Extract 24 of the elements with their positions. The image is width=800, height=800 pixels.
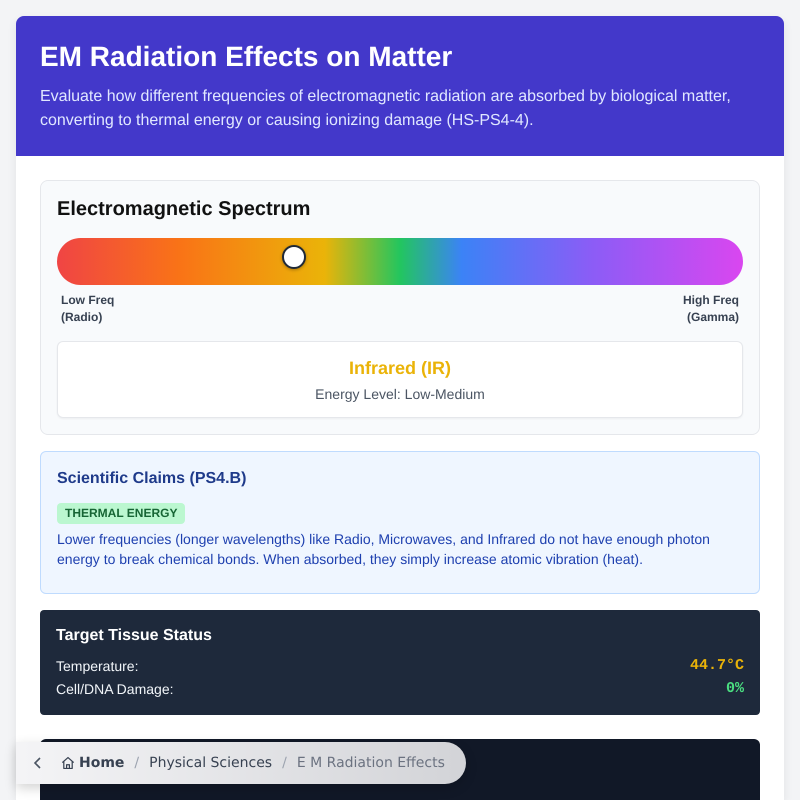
page-title: EM Radiation Effects on Matter bbox=[40, 40, 454, 74]
claim-description: Lower frequencies (longer wavelengths) like Radio, Microwaves, and Infrared do not have enough photon energy to break chemical bonds. When absorbed, they simply increase atomic vibration (heat). bbox=[57, 530, 711, 569]
page-subtitle: Evaluate how different frequencies of electromagnetic radiation are absorbed by biological matter, converting to thermal energy or causing ionizing damage (HS-PS4-4). bbox=[40, 87, 732, 131]
status-label: Temperature: bbox=[56, 657, 138, 676]
status-value: 44.7°C bbox=[690, 656, 744, 676]
status-label: Cell/DNA Damage: bbox=[56, 680, 174, 699]
breadcrumb-separator: / bbox=[282, 754, 287, 772]
status-title: Target Tissue Status bbox=[56, 626, 213, 646]
band-name: Infrared (IR) bbox=[348, 357, 452, 379]
breadcrumb-separator: / bbox=[134, 754, 140, 772]
breadcrumb-link[interactable]: Physical Sciences bbox=[149, 752, 272, 774]
home-icon bbox=[61, 756, 75, 770]
home-link[interactable]: Home bbox=[61, 752, 124, 774]
energy-level-text: Energy Level: Low-Medium bbox=[314, 385, 486, 404]
status-value: 0% bbox=[726, 679, 744, 700]
energy-tag: THERMAL ENERGY bbox=[57, 503, 186, 524]
slider-thumb[interactable] bbox=[282, 245, 306, 269]
low-frequency-label: Low Freq (Radio) bbox=[61, 292, 116, 326]
claims-title: Scientific Claims (PS4.B) bbox=[57, 469, 248, 489]
current-page-label: E M Radiation Effects bbox=[296, 754, 445, 772]
spectrum-title: Electromagnetic Spectrum bbox=[57, 197, 312, 222]
spectrum-slider-track[interactable] bbox=[57, 238, 743, 285]
chevron-left-icon[interactable] bbox=[33, 757, 41, 769]
high-frequency-label: High Freq (Gamma) bbox=[682, 292, 739, 326]
